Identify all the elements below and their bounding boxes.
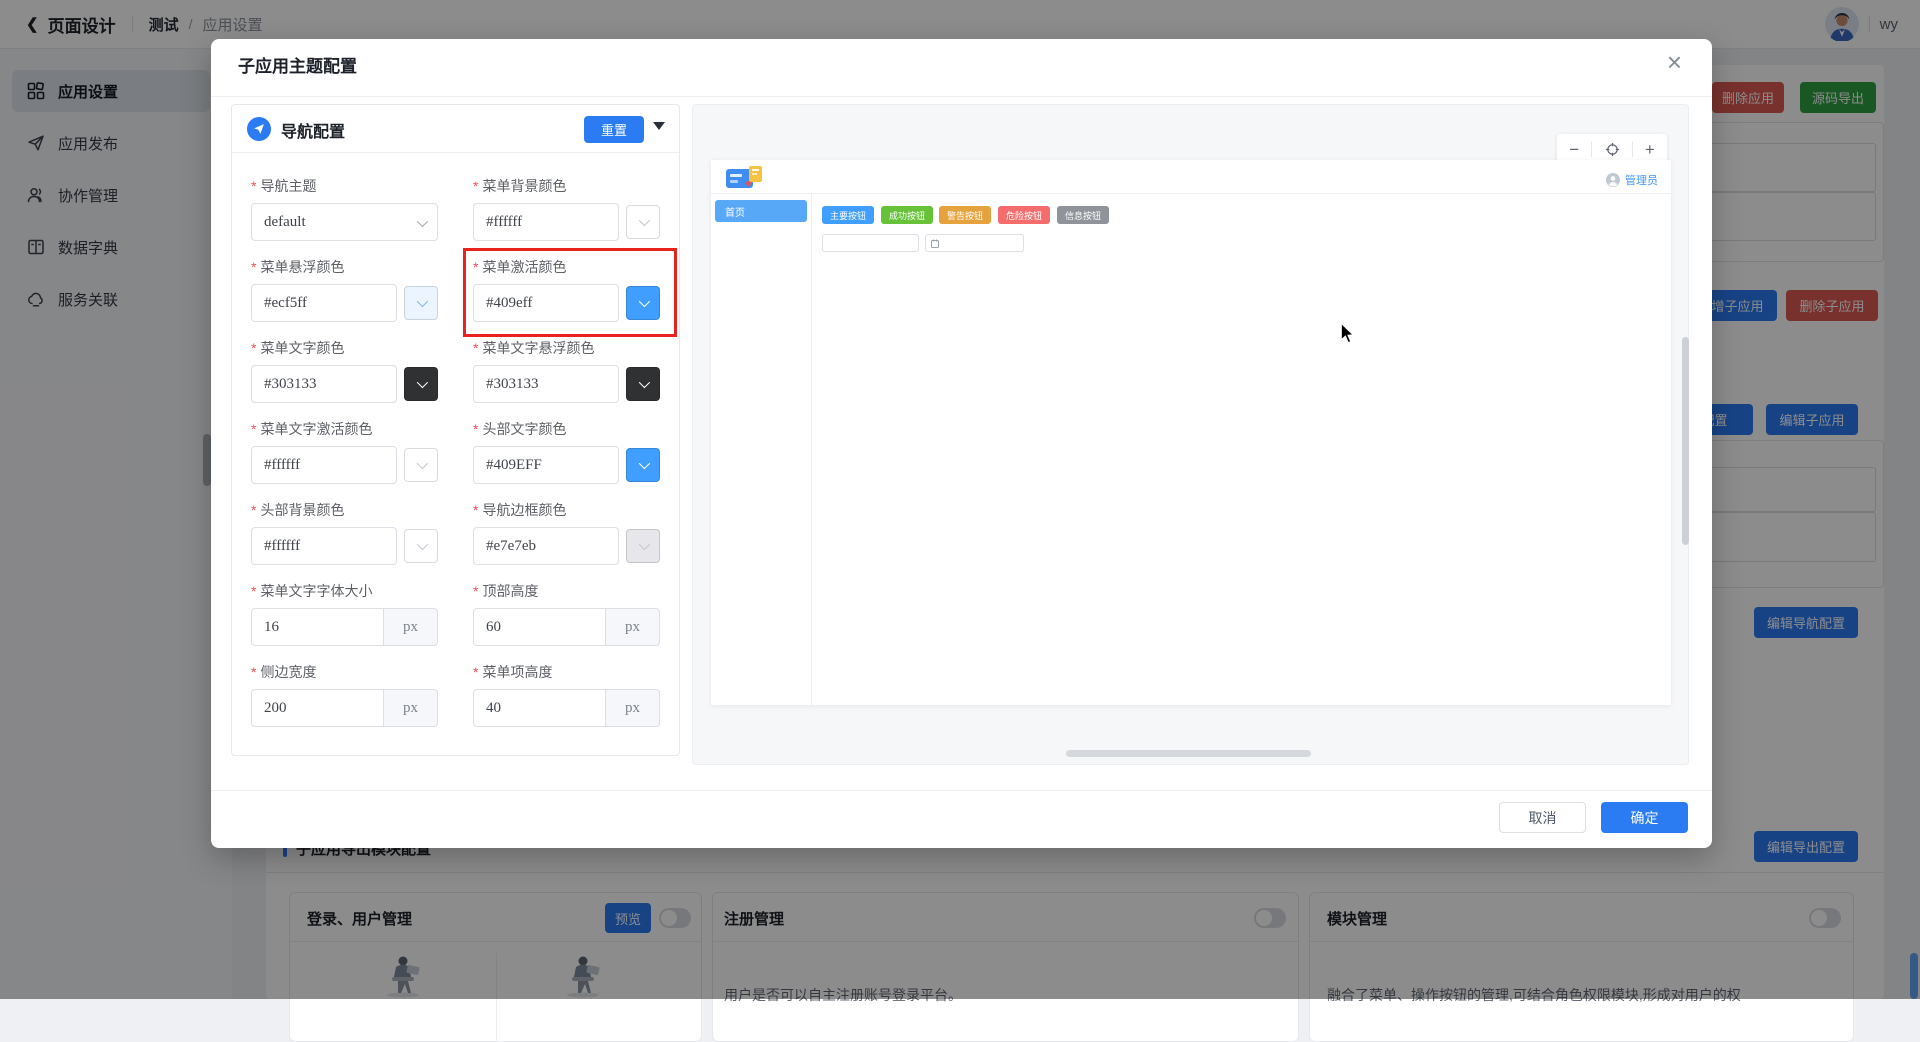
chevron-down-icon — [638, 538, 651, 551]
warning-button[interactable]: 警告按钮 — [939, 206, 991, 224]
menu-hover-color-input[interactable]: #ecf5ff — [251, 284, 397, 322]
preview-home-menu-item[interactable]: 首页 — [715, 200, 807, 222]
chevron-down-icon — [416, 376, 429, 389]
field-menu-text-hover-color: * 菜单文字悬浮颜色 #303133 — [473, 338, 660, 403]
field-menu-item-height: * 菜单项高度 40 px — [473, 662, 660, 727]
field-menu-text-color: * 菜单文字颜色 #303133 — [251, 338, 438, 403]
zoom-out-button[interactable]: − — [1569, 141, 1579, 158]
color-swatch[interactable] — [626, 448, 660, 482]
chevron-down-icon — [638, 214, 651, 227]
field-header-bg-color: * 头部背景颜色 #ffffff — [251, 500, 438, 565]
menu-text-color-input[interactable]: #303133 — [251, 365, 397, 403]
preview-admin-user: 管理员 — [1606, 172, 1658, 188]
px-suffix: px — [384, 608, 438, 646]
preview-date-input[interactable] — [925, 234, 1024, 252]
color-swatch[interactable] — [404, 367, 438, 401]
color-swatch[interactable] — [626, 286, 660, 320]
navigation-icon — [247, 117, 271, 141]
color-swatch[interactable] — [626, 529, 660, 563]
menu-text-active-color-input[interactable]: #ffffff — [251, 446, 397, 484]
danger-button[interactable]: 危险按钮 — [998, 206, 1050, 224]
nav-config-form: * 导航主题 default * 菜单背景颜色 #ffffff * 菜单悬浮颜色 #e… — [251, 153, 677, 727]
color-swatch[interactable] — [404, 529, 438, 563]
zoom-fit-icon[interactable] — [1605, 142, 1620, 157]
field-menu-hover-color: * 菜单悬浮颜色 #ecf5ff — [251, 257, 438, 322]
nav-config-header: 导航配置 重置 — [232, 105, 679, 153]
chevron-down-icon — [416, 538, 429, 551]
cancel-button[interactable]: 取消 — [1499, 802, 1586, 833]
calendar-icon — [931, 239, 939, 248]
field-top-height: * 顶部高度 60 px — [473, 581, 660, 646]
caret-down-icon[interactable] — [653, 122, 665, 130]
chevron-down-icon — [416, 215, 429, 228]
field-menu-font-size: * 菜单文字字体大小 16 px — [251, 581, 438, 646]
chevron-down-icon — [638, 457, 651, 470]
color-swatch[interactable] — [626, 367, 660, 401]
header-text-color-input[interactable]: #409EFF — [473, 446, 619, 484]
field-nav-border-color: * 导航边框颜色 #e7e7eb — [473, 500, 660, 565]
menu-active-color-input[interactable]: #409eff — [473, 284, 619, 322]
color-swatch[interactable] — [404, 286, 438, 320]
field-side-width: * 侧边宽度 200 px — [251, 662, 438, 727]
chevron-down-icon — [638, 295, 651, 308]
success-button[interactable]: 成功按钮 — [881, 206, 933, 224]
chevron-down-icon — [416, 295, 429, 308]
field-nav-theme: * 导航主题 default — [251, 176, 438, 241]
app-logo-icon — [726, 166, 770, 190]
theme-preview-panel: − + 管理员 首页 主要按钮 成功按钮 警告按钮 危险按钮 信息按钮 — [692, 104, 1689, 765]
admin-avatar-icon — [1606, 173, 1620, 187]
toolbar-separator — [1591, 141, 1593, 157]
field-menu-active-color: * 菜单激活颜色 #409eff — [463, 248, 677, 337]
preview-app-header — [711, 160, 1671, 194]
nav-theme-select[interactable]: default — [251, 203, 438, 241]
menu-item-height-input[interactable]: 40 — [473, 689, 606, 727]
nav-config-title: 导航配置 — [281, 124, 346, 141]
primary-button[interactable]: 主要按钮 — [822, 206, 874, 224]
field-header-text-color: * 头部文字颜色 #409EFF — [473, 419, 660, 484]
info-button[interactable]: 信息按钮 — [1057, 206, 1109, 224]
preview-text-input[interactable] — [822, 234, 919, 252]
nav-config-panel: 导航配置 重置 * 导航主题 default * 菜单背景颜色 #ffffff * 菜… — [231, 104, 680, 756]
modal-footer-divider — [211, 790, 1712, 791]
px-suffix: px — [606, 608, 660, 646]
px-suffix: px — [606, 689, 660, 727]
side-width-input[interactable]: 200 — [251, 689, 384, 727]
px-suffix: px — [384, 689, 438, 727]
modal-header-divider — [211, 96, 1712, 97]
confirm-button[interactable]: 确定 — [1601, 802, 1688, 833]
theme-config-modal: 子应用主题配置 × 导航配置 重置 * 导航主题 default * 菜单背景颜色 … — [211, 39, 1712, 848]
color-swatch[interactable] — [626, 205, 660, 239]
menu-bg-color-input[interactable]: #ffffff — [473, 203, 619, 241]
chevron-down-icon — [638, 376, 651, 389]
field-menu-bg-color: * 菜单背景颜色 #ffffff — [473, 176, 660, 241]
field-menu-text-active-color: * 菜单文字激活颜色 #ffffff — [251, 419, 438, 484]
preview-horizontal-scrollbar[interactable] — [1066, 750, 1311, 757]
zoom-in-button[interactable]: + — [1645, 141, 1655, 158]
menu-text-hover-color-input[interactable]: #303133 — [473, 365, 619, 403]
header-bg-color-input[interactable]: #ffffff — [251, 527, 397, 565]
toolbar-separator — [1631, 141, 1633, 157]
chevron-down-icon — [416, 457, 429, 470]
close-icon[interactable]: × — [1667, 49, 1682, 75]
color-swatch[interactable] — [404, 448, 438, 482]
menu-font-size-input[interactable]: 16 — [251, 608, 384, 646]
preview-stage: 管理员 首页 主要按钮 成功按钮 警告按钮 危险按钮 信息按钮 — [711, 160, 1671, 705]
top-height-input[interactable]: 60 — [473, 608, 606, 646]
nav-border-color-input[interactable]: #e7e7eb — [473, 527, 619, 565]
modal-title: 子应用主题配置 — [238, 57, 357, 76]
reset-button[interactable]: 重置 — [584, 116, 644, 143]
preview-sidebar-divider — [811, 194, 812, 705]
admin-label: 管理员 — [1625, 175, 1658, 187]
modal-scrollbar[interactable] — [1682, 337, 1689, 545]
